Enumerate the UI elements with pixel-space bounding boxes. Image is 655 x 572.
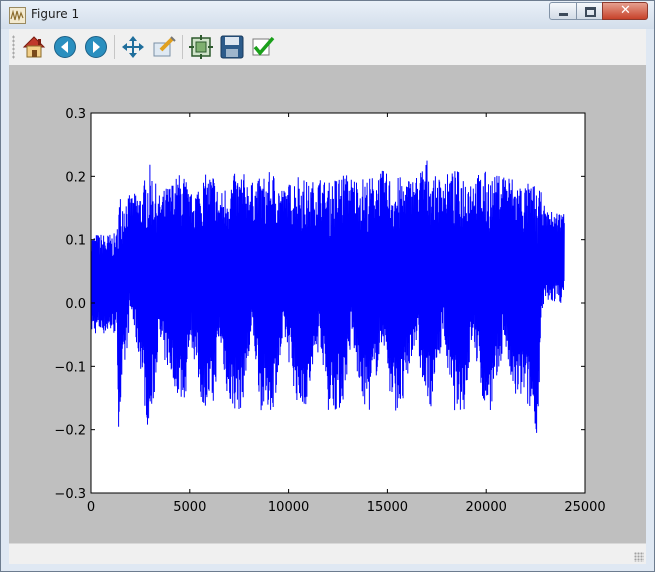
y-tick-label: −0.3 (54, 487, 86, 502)
window-title: Figure 1 (31, 7, 80, 21)
x-tick-label: 0 (87, 500, 95, 515)
y-tick-label: 0.1 (65, 234, 86, 249)
maximize-button[interactable] (576, 2, 603, 20)
y-tick-label: −0.1 (54, 360, 86, 375)
y-tick-label: −0.2 (54, 424, 86, 439)
status-bar (9, 543, 646, 564)
checkmark-icon (252, 36, 275, 56)
back-button[interactable] (52, 34, 78, 60)
minimize-icon (559, 13, 568, 16)
forward-button[interactable] (83, 34, 109, 60)
zoom-button[interactable] (151, 34, 177, 60)
subplots-icon (189, 35, 213, 59)
close-button[interactable]: ✕ (602, 2, 648, 20)
arrow-right-icon (85, 36, 107, 58)
x-tick-label: 25000 (564, 500, 605, 515)
save-button[interactable] (219, 34, 245, 60)
maximize-icon (585, 7, 596, 17)
figure-app-icon (9, 7, 26, 24)
y-tick-label: 0.2 (65, 170, 86, 185)
arrow-left-icon (54, 36, 76, 58)
edit-parameters-button[interactable] (250, 34, 276, 60)
zoom-rect-icon (153, 36, 176, 57)
toolbar-grip[interactable] (12, 35, 15, 59)
pan-button[interactable] (120, 34, 146, 60)
x-tick-label: 15000 (367, 500, 408, 515)
x-tick-label: 20000 (466, 500, 507, 515)
navigation-toolbar (9, 29, 646, 66)
y-tick-label: 0.0 (65, 297, 86, 312)
x-tick-label: 10000 (268, 500, 309, 515)
floppy-disk-icon (220, 35, 244, 59)
home-button[interactable] (21, 34, 47, 60)
resize-grip[interactable] (634, 552, 644, 562)
configure-subplots-button[interactable] (188, 34, 214, 60)
x-tick-label: 5000 (173, 500, 206, 515)
close-icon: ✕ (620, 3, 631, 18)
figure-canvas[interactable]: 0 5000 10000 15000 20000 25000 −0.3 −0.2 −0.1 0.0… (9, 65, 646, 543)
toolbar-separator (114, 35, 115, 59)
home-icon (22, 36, 46, 58)
minimize-button[interactable] (549, 2, 577, 20)
title-bar[interactable]: Figure 1 ✕ (1, 1, 654, 29)
y-tick-label: 0.3 (65, 107, 86, 122)
move-icon (122, 36, 144, 58)
chart-svg[interactable]: 0 5000 10000 15000 20000 25000 −0.3 −0.2 −0.1 0.0… (9, 65, 646, 543)
toolbar-separator (182, 35, 183, 59)
figure-window: Figure 1 ✕ 0 5000 10000 15000 20000 2500… (0, 0, 655, 572)
